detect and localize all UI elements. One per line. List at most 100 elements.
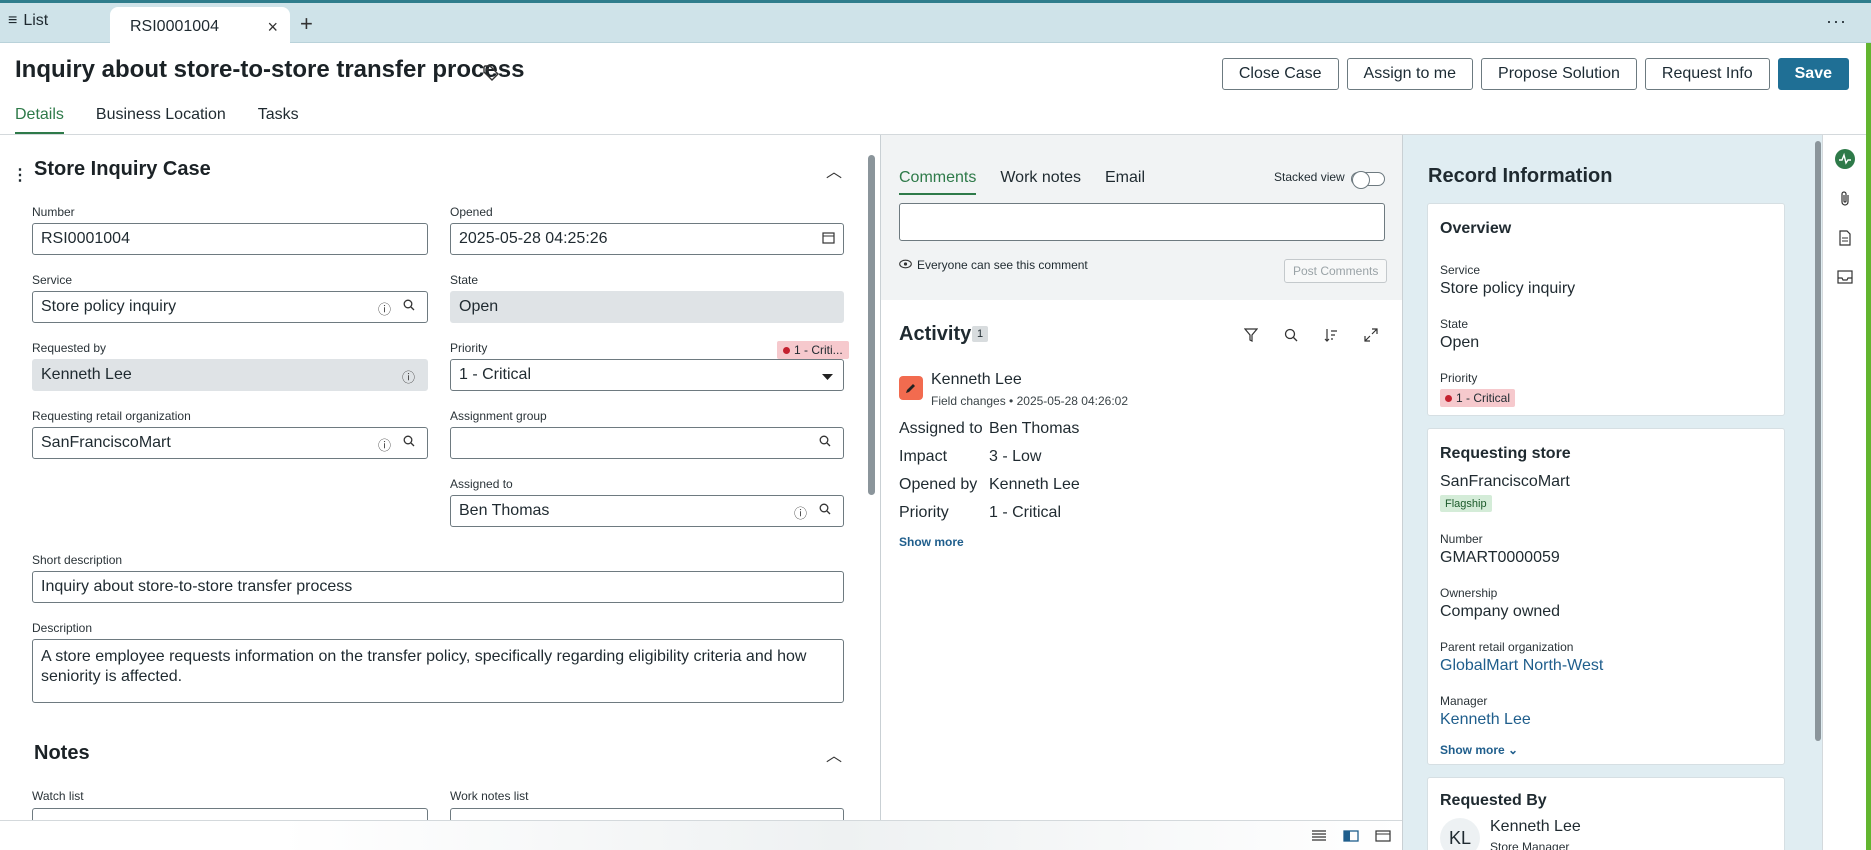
tab-work-notes[interactable]: Work notes [1000, 169, 1081, 195]
priority-label: Priority [1440, 371, 1478, 385]
propose-solution-button[interactable]: Propose Solution [1481, 58, 1637, 90]
record-tabs: Details Business Location Tasks [15, 106, 299, 135]
section-menu-icon[interactable]: ⋮ [12, 165, 28, 185]
search-icon[interactable] [1281, 325, 1301, 345]
chevron-up-icon[interactable]: ︿ [826, 158, 842, 182]
retail-org-field[interactable]: SanFranciscoMart ⓘ [32, 427, 428, 459]
pencil-icon [899, 376, 923, 400]
list-tab-label: List [23, 12, 49, 29]
request-info-button[interactable]: Request Info [1644, 58, 1770, 90]
panel-scrollbar[interactable] [1815, 141, 1821, 741]
description-field[interactable]: A store employee requests information on… [32, 639, 844, 703]
field-value: 1 - Critical [989, 504, 1062, 521]
tab-email[interactable]: Email [1105, 169, 1145, 195]
expand-icon[interactable] [1361, 325, 1381, 345]
activity-timestamp: 2025-05-28 04:26:02 [1016, 394, 1129, 408]
assigned-to-field[interactable]: Ben Thomas ⓘ [450, 495, 844, 527]
priority-label: Priority [450, 341, 488, 355]
chevron-up-icon[interactable]: ︿ [826, 742, 842, 766]
list-view-icon[interactable] [1310, 828, 1328, 844]
split-view-icon[interactable] [1342, 828, 1360, 844]
assign-to-me-button[interactable]: Assign to me [1346, 58, 1474, 90]
activity-count-badge: 1 [972, 326, 988, 342]
info-icon[interactable]: ⓘ [378, 299, 391, 318]
list-tab[interactable]: ≡ List [8, 12, 48, 30]
short-description-field[interactable]: Inquiry about store-to-store transfer pr… [32, 571, 844, 603]
form-scrollbar[interactable] [868, 155, 875, 495]
activity-pulse-icon[interactable] [1835, 149, 1855, 169]
manager-label: Manager [1440, 694, 1488, 708]
document-icon[interactable] [1835, 228, 1855, 248]
activity-meta: Field changes • 2025-05-28 04:26:02 [931, 394, 1129, 408]
tab-comments[interactable]: Comments [899, 169, 977, 195]
activity-author: Kenneth Lee [931, 371, 1022, 388]
search-icon[interactable] [403, 435, 415, 450]
search-icon[interactable] [819, 503, 831, 518]
watch-list-field[interactable] [32, 808, 428, 820]
service-field[interactable]: Store policy inquiry ⓘ [32, 291, 428, 323]
search-icon[interactable] [403, 299, 415, 314]
field-key: Opened by [899, 476, 978, 493]
requested-by-field: Kenneth Lee ⓘ [32, 359, 428, 391]
record-tab[interactable]: RSI0001004 × [110, 7, 290, 46]
activity-type: Field changes [931, 394, 1006, 408]
tag-icon[interactable] [482, 64, 502, 84]
critical-dot-icon [783, 346, 790, 354]
close-case-button[interactable]: Close Case [1221, 58, 1339, 90]
activity-row: Opened by Kenneth Lee [899, 476, 1080, 494]
filter-icon[interactable] [1241, 325, 1261, 345]
store-number: GMART0000059 [1440, 549, 1560, 566]
side-rail [1822, 135, 1866, 850]
visibility-note: Everyone can see this comment [899, 258, 1088, 272]
requested-by-label: Requested by [32, 341, 107, 355]
tab-business-location[interactable]: Business Location [96, 106, 226, 135]
assignment-group-field[interactable] [450, 427, 844, 459]
record-info-panel: Record Information Overview Service Stor… [1402, 135, 1822, 850]
eye-icon [899, 258, 912, 272]
activity-panel: Comments Work notes Email Stacked view E… [880, 135, 1403, 820]
save-button[interactable]: Save [1777, 58, 1849, 90]
number-field[interactable]: RSI0001004 [32, 223, 428, 255]
bottom-bar [0, 820, 1402, 850]
attachment-icon[interactable] [1835, 189, 1855, 209]
description-value: A store employee requests information on… [41, 648, 807, 685]
info-icon[interactable]: ⓘ [794, 503, 807, 522]
work-notes-list-field[interactable] [450, 808, 844, 820]
requester-role: Store Manager [1490, 840, 1570, 850]
close-icon[interactable]: × [267, 17, 278, 38]
parent-org-link[interactable]: GlobalMart North-West [1440, 657, 1603, 675]
state-label: State [450, 273, 479, 287]
inbox-icon[interactable] [1835, 267, 1855, 287]
menu-icon: ≡ [8, 12, 18, 29]
add-tab-icon[interactable]: + [300, 11, 313, 37]
show-more-link[interactable]: Show more [899, 535, 964, 549]
tab-tasks[interactable]: Tasks [258, 106, 299, 135]
manager-link[interactable]: Kenneth Lee [1440, 711, 1531, 729]
service-value: Store policy inquiry [41, 298, 177, 315]
post-comments-button[interactable]: Post Comments [1284, 259, 1388, 283]
field-value: Ben Thomas [989, 420, 1080, 437]
show-more-link[interactable]: Show more ⌄ [1440, 743, 1518, 757]
header-actions: Close Case Assign to me Propose Solution… [1221, 58, 1849, 90]
stacked-view-toggle[interactable] [1351, 171, 1385, 189]
assigned-to-value: Ben Thomas [459, 502, 550, 519]
more-options-icon[interactable]: ··· [1826, 11, 1847, 32]
priority-select[interactable]: 1 - Critical [450, 359, 844, 391]
requester-name[interactable]: Kenneth Lee [1490, 818, 1581, 836]
opened-field[interactable]: 2025-05-28 04:25:26 [450, 223, 844, 255]
comment-input[interactable] [899, 203, 1385, 241]
calendar-icon[interactable] [822, 231, 835, 247]
field-key: Priority [899, 504, 949, 521]
overview-heading: Overview [1440, 220, 1512, 237]
search-icon[interactable] [819, 435, 831, 450]
info-icon[interactable]: ⓘ [378, 435, 391, 454]
single-view-icon[interactable] [1374, 828, 1392, 844]
priority-value: 1 - Critical [459, 366, 532, 383]
sort-icon[interactable] [1321, 325, 1341, 345]
tab-details[interactable]: Details [15, 106, 64, 135]
short-description-value: Inquiry about store-to-store transfer pr… [41, 578, 353, 595]
field-key: Impact [899, 448, 948, 465]
info-icon[interactable]: ⓘ [402, 367, 415, 386]
assigned-to-label: Assigned to [450, 477, 513, 491]
priority-badge-text: 1 - Criti... [794, 343, 843, 357]
